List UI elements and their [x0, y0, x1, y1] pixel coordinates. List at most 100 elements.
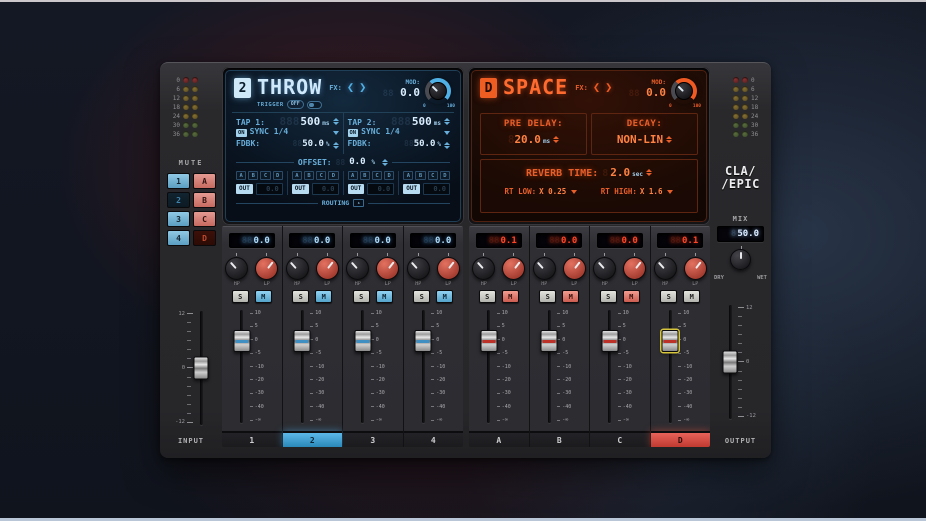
channel-tab-3[interactable]: 3 [343, 431, 403, 447]
solo-button[interactable]: S [539, 290, 556, 303]
solo-button[interactable]: S [413, 290, 430, 303]
input-fader-handle[interactable] [194, 357, 209, 380]
space-mod-knob[interactable]: 0 100 [669, 77, 699, 111]
rt-low-value[interactable]: X 0.25 [539, 187, 566, 196]
solo-button[interactable]: S [479, 290, 496, 303]
fader-handle[interactable] [233, 330, 250, 352]
hp-knob[interactable] [407, 257, 430, 280]
lp-knob[interactable] [502, 257, 525, 280]
fader-track[interactable] [361, 310, 364, 423]
out-button[interactable]: OUT [403, 184, 420, 194]
fader-handle[interactable] [294, 330, 311, 352]
hp-knob[interactable] [286, 257, 309, 280]
lp-knob[interactable] [255, 257, 278, 280]
mute-button-d[interactable]: D [193, 230, 216, 246]
pre-delay-stepper-icon[interactable] [553, 136, 559, 143]
mute-button[interactable]: M [683, 290, 700, 303]
route-c-button[interactable]: C [260, 171, 270, 180]
tap1-sync-value[interactable]: SYNC 1/4 [250, 127, 289, 136]
rt-low-chevron-down-icon[interactable] [571, 190, 577, 194]
tap1-stepper-icon[interactable] [333, 118, 339, 125]
route-d-button[interactable]: D [384, 171, 394, 180]
channel-tab-4[interactable]: 4 [404, 431, 464, 447]
rt-high-value[interactable]: X 1.6 [640, 187, 663, 196]
rt-high-chevron-down-icon[interactable] [667, 190, 673, 194]
fader-track[interactable] [548, 310, 551, 423]
tap2-fdbk-stepper-icon[interactable] [444, 142, 450, 149]
solo-button[interactable]: S [353, 290, 370, 303]
channel-tab-b[interactable]: B [530, 431, 590, 447]
channel-tab-1[interactable]: 1 [222, 431, 282, 447]
solo-button[interactable]: S [232, 290, 249, 303]
reverb-time-stepper-icon[interactable] [646, 169, 652, 176]
space-fx-next-icon[interactable]: ❯ [605, 80, 612, 94]
tap1-on-badge[interactable]: ON [236, 129, 247, 137]
fx-prev-icon[interactable]: ❮ [347, 80, 354, 94]
fader-handle[interactable] [354, 330, 371, 352]
mod-knob[interactable]: 0 100 [423, 77, 453, 111]
route-b-button[interactable]: B [248, 171, 258, 180]
lp-knob[interactable] [376, 257, 399, 280]
route-a-button[interactable]: A [292, 171, 302, 180]
mute-button[interactable]: M [376, 290, 393, 303]
decay-stepper-icon[interactable] [666, 136, 672, 143]
tap2-stepper-icon[interactable] [444, 118, 450, 125]
fader-handle[interactable] [601, 330, 618, 352]
fader-track[interactable] [669, 310, 672, 423]
tap2-sync-chevron-down-icon[interactable] [444, 131, 450, 135]
mute-button-4[interactable]: 4 [167, 230, 190, 246]
trigger-off-pill[interactable]: OFF [287, 100, 304, 109]
route-d-button[interactable]: D [440, 171, 450, 180]
route-b-button[interactable]: B [304, 171, 314, 180]
channel-tab-c[interactable]: C [590, 431, 650, 447]
fx-next-icon[interactable]: ❯ [359, 80, 366, 94]
mute-button-b[interactable]: B [193, 192, 216, 208]
mute-button[interactable]: M [255, 290, 272, 303]
route-c-button[interactable]: C [316, 171, 326, 180]
mute-button[interactable]: M [436, 290, 453, 303]
channel-tab-2[interactable]: 2 [283, 431, 343, 447]
mute-button-2[interactable]: 2 [167, 192, 190, 208]
route-c-button[interactable]: C [428, 171, 438, 180]
lp-knob[interactable] [316, 257, 339, 280]
hp-knob[interactable] [225, 257, 248, 280]
hp-knob[interactable] [654, 257, 677, 280]
route-d-button[interactable]: D [273, 171, 283, 180]
mute-button[interactable]: M [623, 290, 640, 303]
fader-handle[interactable] [541, 330, 558, 352]
dry-wet-knob[interactable] [730, 249, 751, 270]
fader-handle[interactable] [415, 330, 432, 352]
fader-track[interactable] [422, 310, 425, 423]
output-fader-handle[interactable] [723, 351, 738, 374]
lp-knob[interactable] [563, 257, 586, 280]
lp-knob[interactable] [437, 257, 460, 280]
route-a-button[interactable]: A [403, 171, 413, 180]
solo-button[interactable]: S [292, 290, 309, 303]
fader-handle[interactable] [662, 330, 679, 352]
hp-knob[interactable] [593, 257, 616, 280]
hp-knob[interactable] [533, 257, 556, 280]
fader-track[interactable] [487, 310, 490, 423]
tap2-on-badge[interactable]: ON [348, 129, 359, 137]
fader-track[interactable] [240, 310, 243, 423]
route-c-button[interactable]: C [372, 171, 382, 180]
routing-collapse-icon[interactable]: ▴ [353, 199, 364, 207]
route-a-button[interactable]: A [236, 171, 246, 180]
space-fx-prev-icon[interactable]: ❮ [593, 80, 600, 94]
solo-button[interactable]: S [600, 290, 617, 303]
offset-stepper-icon[interactable] [382, 159, 388, 166]
mute-button-a[interactable]: A [193, 173, 216, 189]
hp-knob[interactable] [472, 257, 495, 280]
route-d-button[interactable]: D [328, 171, 338, 180]
trigger-toggle[interactable] [307, 101, 322, 109]
tap1-fdbk-stepper-icon[interactable] [333, 142, 339, 149]
tap1-sync-chevron-down-icon[interactable] [333, 131, 339, 135]
out-button[interactable]: OUT [292, 184, 309, 194]
tap2-sync-value[interactable]: SYNC 1/4 [361, 127, 400, 136]
mute-button[interactable]: M [502, 290, 519, 303]
channel-tab-a[interactable]: A [469, 431, 529, 447]
hp-knob[interactable] [346, 257, 369, 280]
lp-knob[interactable] [623, 257, 646, 280]
route-b-button[interactable]: B [360, 171, 370, 180]
fader-track[interactable] [301, 310, 304, 423]
